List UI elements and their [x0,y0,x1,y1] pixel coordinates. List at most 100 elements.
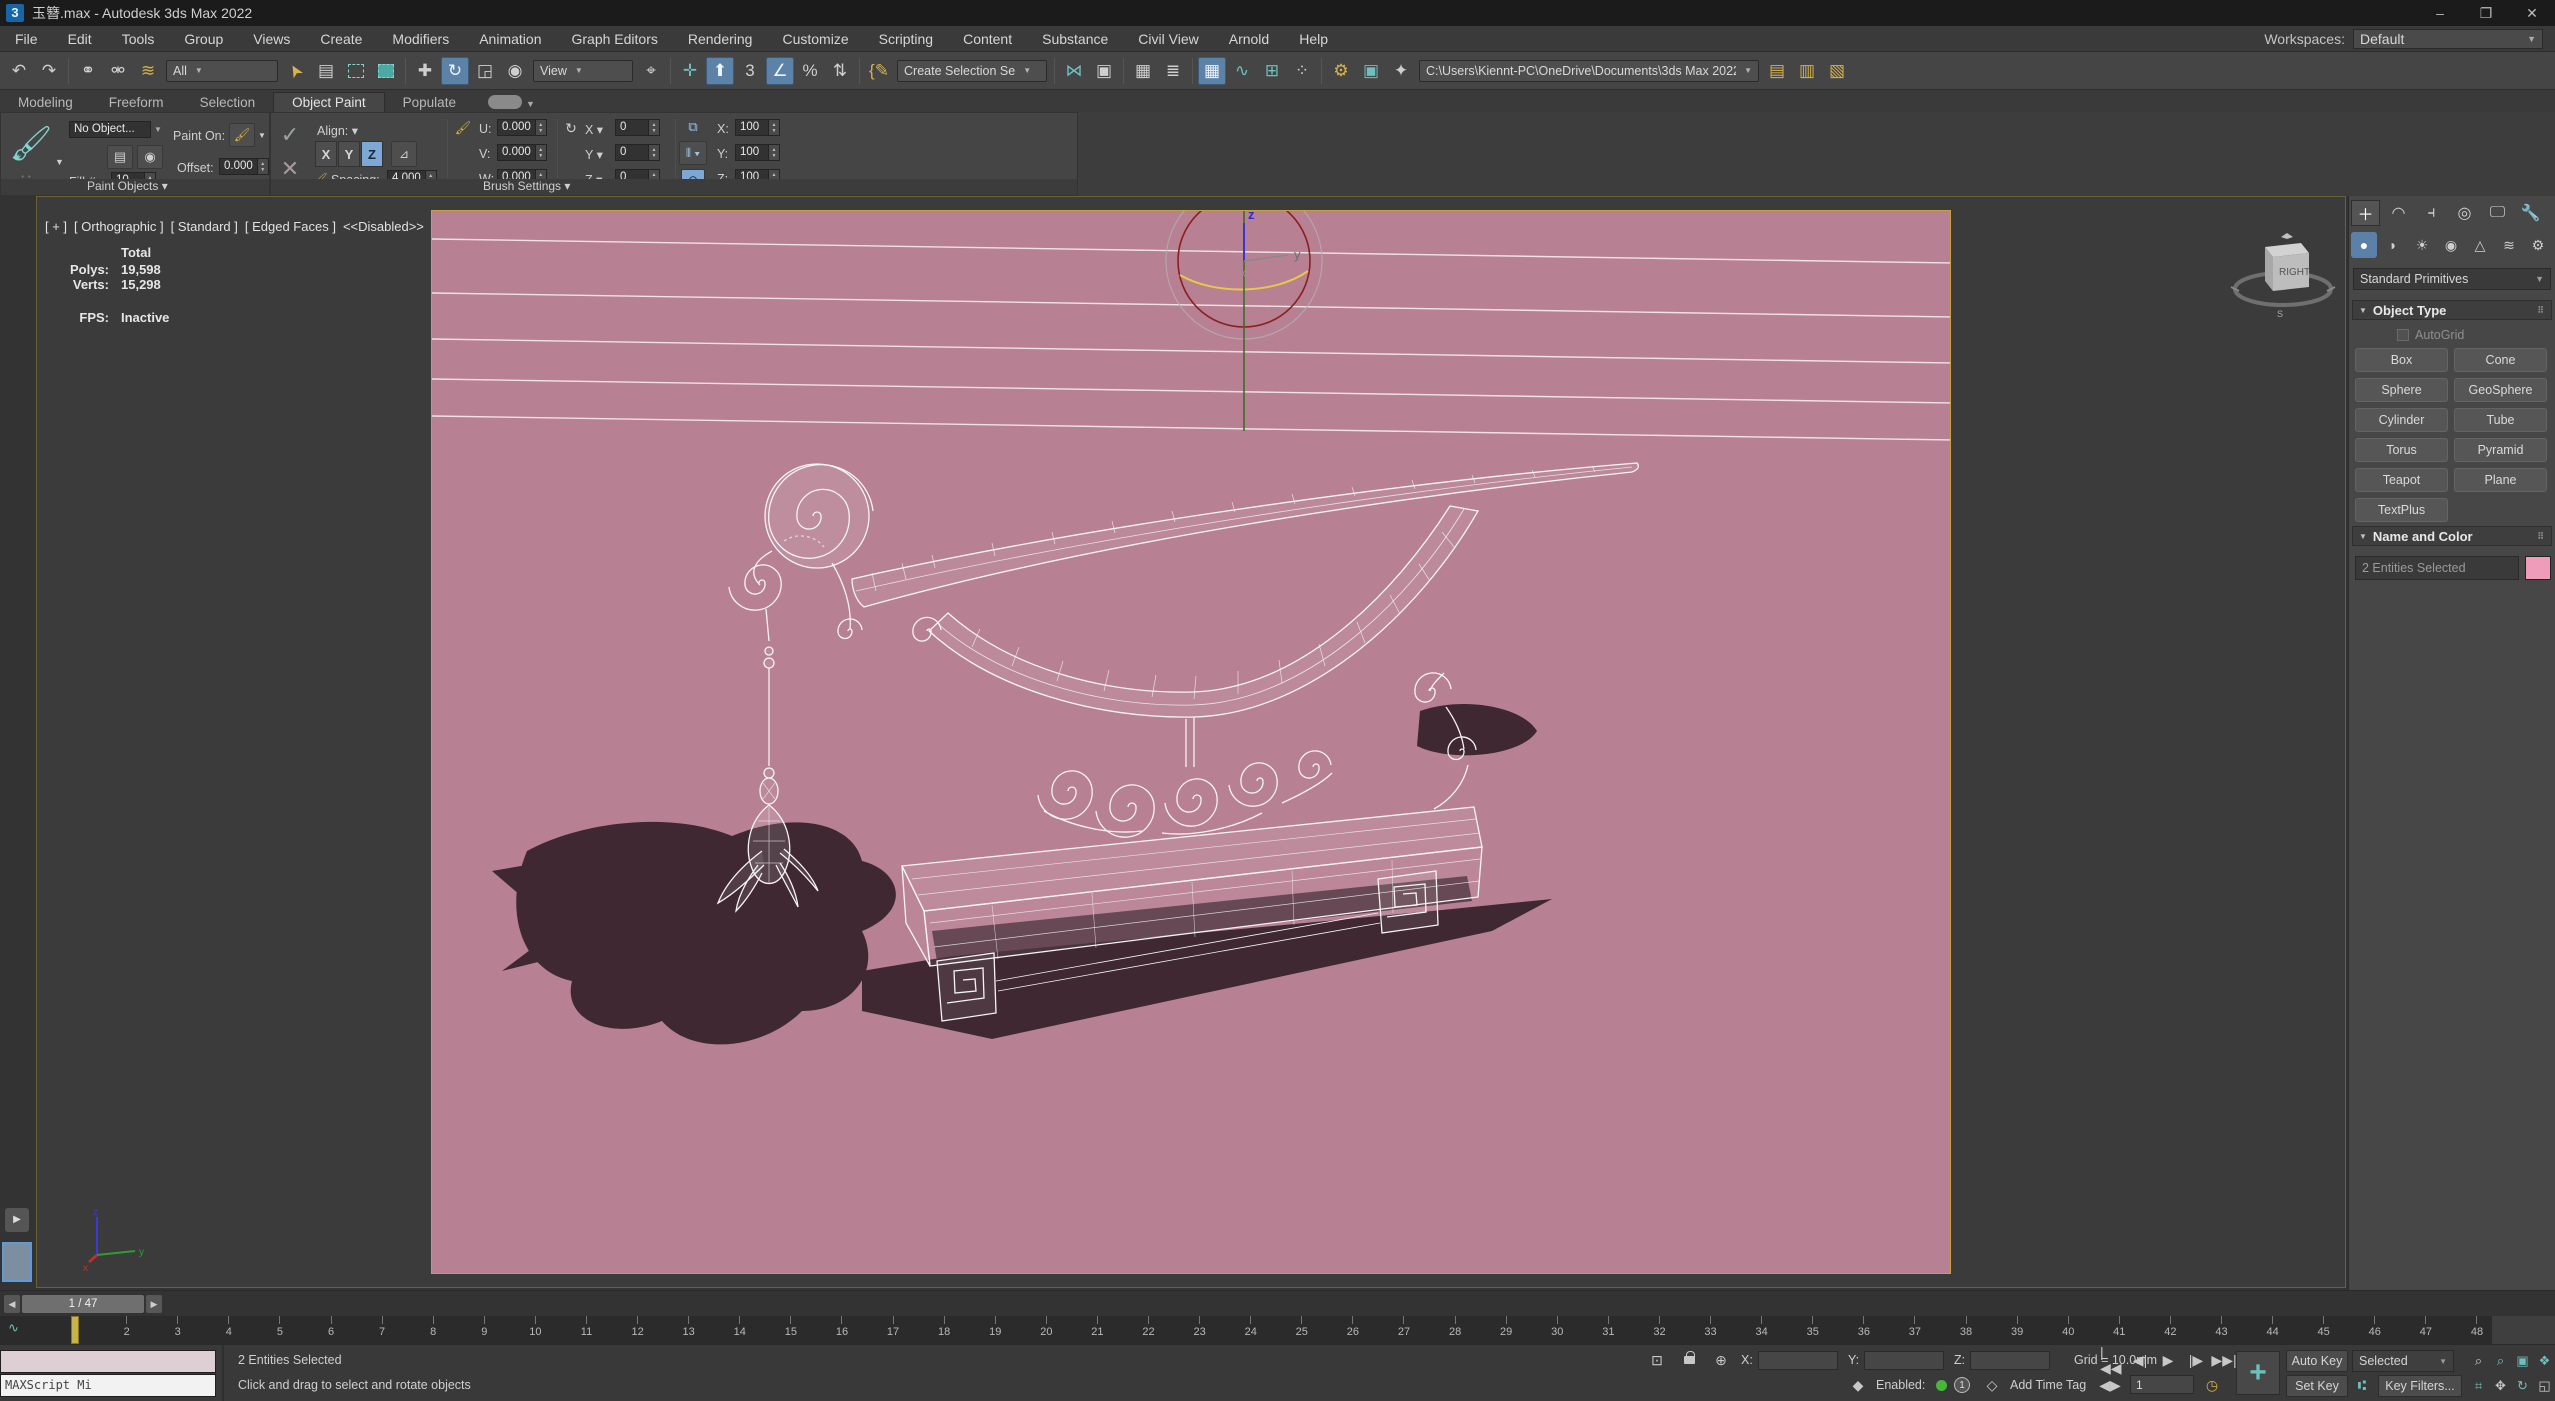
use-pivot-point-icon[interactable] [637,57,665,85]
time-configuration-icon[interactable]: ◷ [2200,1374,2224,1396]
frame-number[interactable]: 9 [458,1316,510,1344]
scale-options-dropdown-icon[interactable]: ⫴ ▾ [679,141,707,165]
key-filters-icon[interactable]: ⑆ [2350,1374,2374,1396]
paint-on-icon[interactable]: 🖌 [229,123,255,147]
degradation-badge[interactable]: 1 [1954,1377,1970,1393]
adaptive-degradation-shield-icon[interactable]: ◆ [1846,1374,1870,1396]
edit-object-list-icon[interactable]: ▤ [107,145,133,169]
macro-recorder-field[interactable] [0,1350,216,1373]
rotate-y-field[interactable]: 0 [615,144,660,161]
menu-item[interactable]: File [0,26,53,52]
menu-item[interactable]: Graph Editors [556,26,672,52]
3ds-max-app-icon[interactable]: 3 [6,4,24,22]
key-filters-button[interactable]: Key Filters... [2378,1375,2462,1397]
menu-item[interactable]: Animation [464,26,556,52]
primitive-button[interactable]: Box [2355,348,2448,372]
frame-number[interactable]: 25 [1276,1316,1328,1344]
time-tag-cube-icon[interactable]: ◇ [1980,1374,2004,1396]
spinner[interactable] [769,119,780,136]
offset-field[interactable]: 0.000 [219,158,269,175]
scatter-icon[interactable]: ⧉ [681,117,705,137]
menu-item[interactable]: Edit [53,26,107,52]
time-slider[interactable]: ◀ 1 / 47 ▶ [0,1290,2555,1316]
select-object-icon[interactable] [277,51,315,89]
align-to-surface-icon[interactable]: ⊿ [391,141,417,167]
next-frame-button[interactable]: ▶ [146,1295,162,1313]
frame-number[interactable]: 38 [1940,1316,1992,1344]
current-frame-field[interactable]: 1 [2130,1375,2194,1394]
viewport[interactable]: [ + ] [ Orthographic ] [ Standard ] [ Edged… [36,196,2346,1288]
frame-number[interactable]: 18 [918,1316,970,1344]
frame-number[interactable]: 3 [152,1316,204,1344]
asset-tracking-icon[interactable] [1763,57,1791,85]
tab-selection[interactable]: Selection [182,93,274,112]
u-field[interactable]: 0.000 [497,119,547,136]
window-crossing-icon[interactable] [372,57,400,85]
primitive-button[interactable]: Cone [2454,348,2547,372]
frame-number[interactable]: 36 [1838,1316,1890,1344]
isolate-selection-icon[interactable]: ⊡ [1645,1349,1669,1371]
selection-filter-dropdown[interactable]: All ▼ [166,59,278,82]
frame-number[interactable]: 8 [407,1316,459,1344]
frame-number[interactable]: 14 [714,1316,766,1344]
menu-item[interactable]: Create [305,26,377,52]
frame-number[interactable]: 44 [2247,1316,2299,1344]
frame-number[interactable]: 19 [969,1316,1021,1344]
reference-coordinate-dropdown[interactable]: View ▼ [533,59,633,82]
key-mode-toggle-icon[interactable]: ◀▶ [2098,1374,2122,1396]
workspace-dropdown[interactable]: Default ▼ [2353,28,2543,49]
schematic-view-icon[interactable] [1258,57,1286,85]
scale-y-field[interactable]: 100 [735,144,780,161]
name-and-color-rollout[interactable]: ▼ Name and Color ⠿ [2352,526,2552,546]
close-button[interactable]: ✕ [2509,0,2555,26]
play-animation-icon[interactable]: ▶ [2156,1349,2180,1371]
unlink-selection-icon[interactable] [104,57,132,85]
align-icon[interactable] [1090,57,1118,85]
paint-objects-panel-footer[interactable]: Paint Objects ▾ [1,179,269,195]
key-selection-dropdown[interactable]: Selected ▼ [2352,1350,2454,1372]
undo-icon[interactable] [5,57,33,85]
add-time-tag[interactable]: Add Time Tag [2010,1378,2086,1392]
y-coord-field[interactable] [1864,1351,1944,1370]
rendered-frame-window-icon[interactable] [1357,57,1385,85]
frame-number[interactable]: 40 [2042,1316,2094,1344]
primitive-button[interactable]: Plane [2454,468,2547,492]
layout-flyout-button[interactable]: ▶ [5,1208,29,1232]
curve-editor-icon[interactable] [1228,57,1256,85]
manage-links-icon[interactable] [1793,57,1821,85]
toggle-scene-explorer-icon[interactable] [1129,57,1157,85]
menu-item[interactable]: Arnold [1214,26,1284,52]
hierarchy-tab-icon[interactable]: ⫞ [2417,200,2446,226]
modify-tab-icon[interactable]: ◠ [2384,200,2413,226]
helpers-icon[interactable]: △ [2467,232,2493,258]
current-frame-marker[interactable] [71,1316,79,1344]
primitive-button[interactable]: Pyramid [2454,438,2547,462]
frame-number[interactable]: 20 [1020,1316,1072,1344]
maximize-button[interactable]: ❐ [2463,0,2509,26]
ribbon-minimize-icon[interactable] [487,95,522,109]
frame-number[interactable]: 13 [663,1316,715,1344]
frame-number[interactable]: 30 [1531,1316,1583,1344]
minimize-button[interactable]: – [2417,0,2463,26]
frame-number[interactable]: 23 [1174,1316,1226,1344]
zoom-icon[interactable]: ⌕ [2468,1350,2489,1371]
menu-item[interactable]: Group [169,26,238,52]
space-warps-icon[interactable]: ≋ [2496,232,2522,258]
brush-settings-panel-footer[interactable]: Brush Settings ▾ [271,179,1077,195]
snaps-toggle-3d-icon[interactable] [736,57,764,85]
viewport-label-segment[interactable]: [ + ] [45,219,67,234]
primitive-button[interactable]: Teapot [2355,468,2448,492]
spinner[interactable] [535,119,547,136]
menu-item[interactable]: Rendering [673,26,768,52]
chevron-down-icon[interactable]: ▼ [526,99,535,109]
cameras-icon[interactable]: ◉ [2438,232,2464,258]
select-by-name-icon[interactable] [312,57,340,85]
select-and-scale-icon[interactable] [471,57,499,85]
frame-number[interactable]: 17 [867,1316,919,1344]
frame-number[interactable]: 39 [1991,1316,2043,1344]
primitive-button[interactable]: Cylinder [2355,408,2448,432]
frame-number[interactable]: 24 [1225,1316,1277,1344]
primitive-button[interactable]: Torus [2355,438,2448,462]
go-to-end-icon[interactable]: ▶▶| [2211,1349,2236,1371]
object-type-rollout[interactable]: ▼ Object Type ⠿ [2352,300,2552,320]
